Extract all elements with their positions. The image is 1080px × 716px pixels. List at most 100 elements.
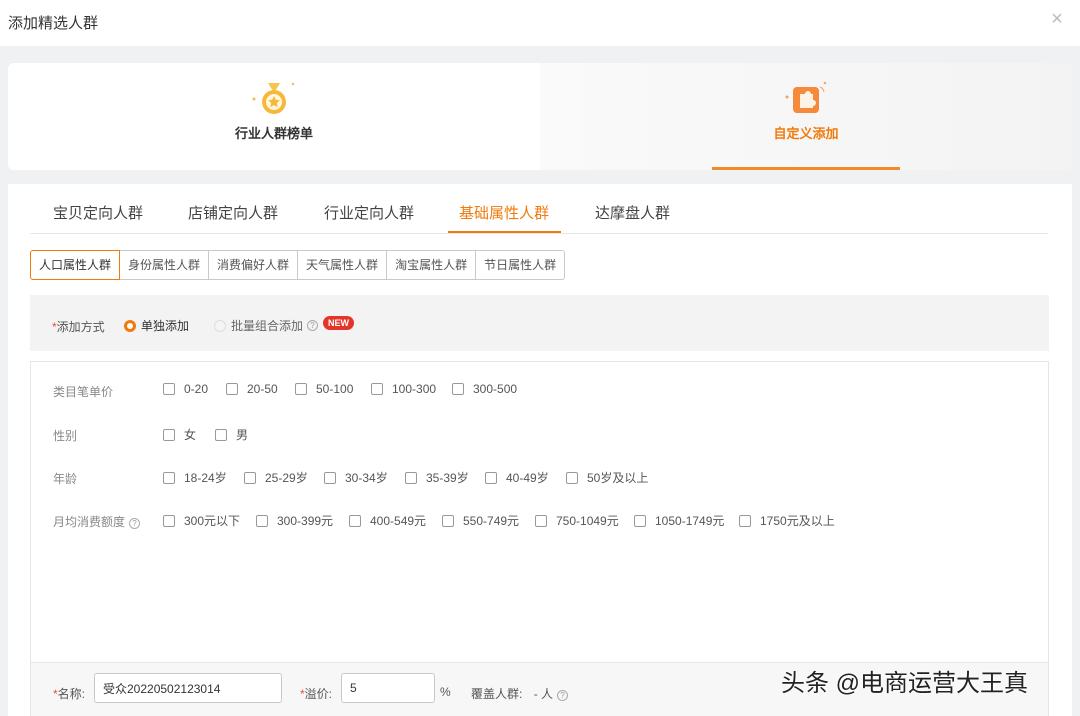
checkbox-box (371, 383, 383, 395)
checkbox-label: 0-20 (184, 382, 209, 396)
tab-industry-audience[interactable]: 行业定向人群 (324, 202, 414, 223)
add-method-text: 添加方式 (56, 320, 105, 334)
dialog-header: 添加精选人群 × (0, 0, 1080, 46)
checkbox-box (485, 471, 497, 484)
checkbox-age-30-34[interactable]: 30-34岁 (324, 469, 388, 486)
checkbox-label: 1050-1749元 (655, 514, 725, 528)
filter-row-age: 年龄 18-24岁 25-29岁 30-34岁 35-39岁 40-49岁 50… (31, 467, 1048, 487)
checkbox-spend-300-399[interactable]: 300-399元 (256, 512, 333, 529)
filter-label-text: 月均消费额度 (53, 515, 126, 529)
checkbox-label: 300-500 (473, 382, 518, 396)
checkbox-spend-550-749[interactable]: 550-749元 (442, 512, 519, 529)
tab-basic-attribute-audience[interactable]: 基础属性人群 (459, 202, 549, 223)
card-active-underline (712, 167, 900, 170)
checkbox-gender-female[interactable]: 女 (163, 426, 196, 443)
card-custom-add[interactable]: 自定义添加 (540, 63, 1072, 170)
sub-tabs: 人口属性人群 身份属性人群 消费偏好人群 天气属性人群 淘宝属性人群 节日属性人… (30, 250, 566, 280)
dialog-title: 添加精选人群 (8, 15, 99, 32)
close-icon[interactable]: × (1048, 9, 1066, 29)
checkbox-box (535, 514, 547, 527)
checkbox-label: 18-24岁 (184, 471, 227, 485)
tab-item-audience[interactable]: 宝贝定向人群 (53, 202, 143, 223)
checkbox-age-18-24[interactable]: 18-24岁 (163, 469, 227, 486)
new-badge: NEW (323, 316, 354, 330)
audience-name-input[interactable] (94, 673, 282, 703)
tab-damopan-audience[interactable]: 达摩盘人群 (595, 202, 670, 223)
checkbox-gender-male[interactable]: 男 (215, 426, 248, 443)
checkbox-box (163, 428, 175, 441)
checkbox-box (244, 471, 256, 484)
checkbox-label: 300-399元 (277, 514, 334, 528)
filter-label: 类目笔单价 (53, 385, 114, 399)
checkbox-label: 20-50 (247, 382, 278, 396)
checkbox-box (349, 514, 361, 527)
checkbox-box (256, 514, 268, 527)
radio-batch-add[interactable]: 批量组合添加 ? (214, 317, 319, 334)
name-label: *名称: (53, 685, 85, 702)
checkbox-label: 女 (184, 428, 197, 442)
checkbox-spend-1750-plus[interactable]: 1750元及以上 (739, 512, 835, 529)
checkbox-price-100-300[interactable]: 100-300 (371, 382, 436, 396)
checkbox-label: 300元以下 (184, 514, 241, 528)
subtab-taobao[interactable]: 淘宝属性人群 (387, 250, 477, 280)
filter-label: 月均消费额度? (53, 513, 141, 530)
checkbox-box (452, 383, 464, 395)
filter-row-monthly-spend: 月均消费额度? 300元以下 300-399元 400-549元 550-749… (31, 510, 1048, 530)
filter-row-price: 类目笔单价 0-20 20-50 50-100 100-300 300-500 (31, 380, 1048, 400)
checkbox-box (163, 383, 175, 395)
help-icon[interactable]: ? (557, 690, 569, 701)
subtab-holiday[interactable]: 节日属性人群 (476, 250, 566, 280)
checkbox-label: 100-300 (392, 382, 437, 396)
checkbox-label: 550-749元 (463, 514, 520, 528)
checkbox-label: 50岁及以上 (587, 471, 649, 485)
tab-shop-audience[interactable]: 店铺定向人群 (188, 202, 278, 223)
checkbox-age-35-39[interactable]: 35-39岁 (405, 469, 469, 486)
premium-input[interactable] (341, 673, 435, 703)
filter-box: 类目笔单价 0-20 20-50 50-100 100-300 300-500 … (30, 361, 1049, 663)
premium-label: *溢价: (300, 685, 332, 702)
checkbox-price-20-50[interactable]: 20-50 (226, 382, 278, 396)
puzzle-icon (785, 81, 827, 113)
content-panel: 宝贝定向人群 店铺定向人群 行业定向人群 基础属性人群 达摩盘人群 人口属性人群… (8, 184, 1072, 716)
coverage-info: 覆盖人群: - 人? (471, 685, 569, 702)
main-tabs: 宝贝定向人群 店铺定向人群 行业定向人群 基础属性人群 达摩盘人群 (30, 184, 1048, 234)
checkbox-age-25-29[interactable]: 25-29岁 (244, 469, 308, 486)
radio-label: 批量组合添加 (231, 319, 304, 333)
checkbox-box (405, 471, 417, 484)
add-method-label: *添加方式 (52, 318, 105, 335)
checkbox-spend-under-300[interactable]: 300元以下 (163, 512, 240, 529)
checkbox-label: 400-549元 (370, 514, 427, 528)
medal-icon (252, 82, 295, 114)
checkbox-label: 1750元及以上 (760, 514, 835, 528)
card-label-industry: 行业人群榜单 (234, 126, 313, 141)
radio-label: 单独添加 (141, 319, 190, 333)
checkbox-label: 25-29岁 (265, 471, 308, 485)
checkbox-price-50-100[interactable]: 50-100 (295, 382, 353, 396)
checkbox-spend-400-549[interactable]: 400-549元 (349, 512, 426, 529)
filter-row-gender: 性别 女 男 (31, 424, 1048, 444)
checkbox-label: 35-39岁 (426, 471, 469, 485)
checkbox-box (739, 514, 751, 527)
subtab-demographic[interactable]: 人口属性人群 (30, 250, 121, 280)
card-industry-ranking[interactable]: 行业人群榜单 (8, 63, 540, 170)
checkbox-age-50-plus[interactable]: 50岁及以上 (566, 469, 648, 486)
subtab-identity[interactable]: 身份属性人群 (120, 250, 210, 280)
checkbox-spend-1050-1749[interactable]: 1050-1749元 (634, 512, 724, 529)
checkbox-label: 30-34岁 (345, 471, 388, 485)
watermark: 头条 @电商运营大王真 (781, 670, 1029, 697)
help-icon[interactable]: ? (307, 320, 319, 331)
help-icon[interactable]: ? (129, 518, 141, 529)
card-label-custom: 自定义添加 (773, 126, 839, 141)
checkbox-spend-750-1049[interactable]: 750-1049元 (535, 512, 619, 529)
checkbox-box (295, 383, 307, 395)
checkbox-price-0-20[interactable]: 0-20 (163, 382, 208, 396)
checkbox-label: 750-1049元 (556, 514, 619, 528)
checkbox-label: 男 (236, 428, 249, 442)
checkbox-price-300-500[interactable]: 300-500 (452, 382, 517, 396)
subtab-weather[interactable]: 天气属性人群 (298, 250, 388, 280)
checkbox-age-40-49[interactable]: 40-49岁 (485, 469, 549, 486)
radio-single-add[interactable]: 单独添加 (124, 317, 189, 334)
checkbox-box (442, 514, 454, 527)
tab-active-indicator (448, 231, 561, 233)
subtab-consumption[interactable]: 消费偏好人群 (209, 250, 299, 280)
